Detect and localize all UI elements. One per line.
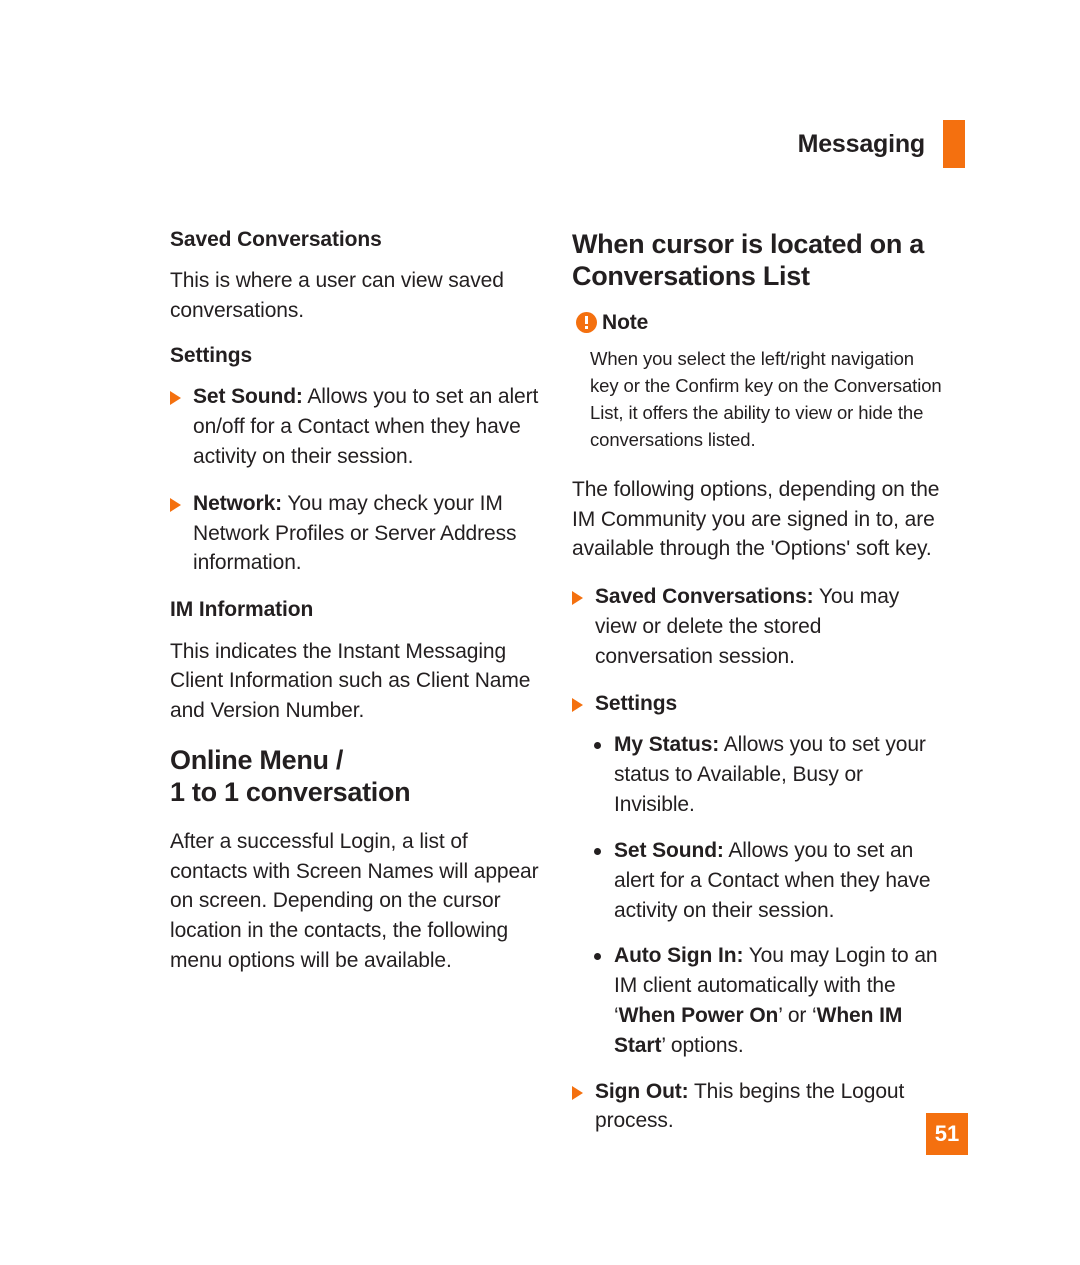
paragraph-options-intro: The following options, depending on the …	[572, 477, 940, 561]
section-tab-marker	[943, 120, 965, 168]
sub-bullet-term: Auto Sign In:	[614, 944, 744, 968]
page-number-badge: 51	[926, 1113, 968, 1155]
dot-bullet-icon	[594, 847, 601, 855]
triangle-bullet-icon	[170, 391, 181, 406]
paragraph-online-menu: After a successful Login, a list of cont…	[170, 829, 539, 973]
sub-bullet-my-status: My Status: Allows you to set your status…	[592, 730, 944, 819]
paragraph-im-information: This indicates the Instant Messaging Cli…	[170, 639, 531, 723]
bullet-term: Set Sound:	[193, 385, 303, 409]
bullet-settings: Settings	[572, 689, 944, 719]
sub-bullet-set-sound: Set Sound: Allows you to set an alert fo…	[592, 836, 944, 925]
running-header: Messaging	[798, 118, 965, 170]
note-header: Note	[576, 311, 944, 335]
triangle-bullet-icon	[572, 1085, 583, 1100]
heading-settings: Settings	[170, 343, 253, 367]
sub-bullet-term: My Status:	[614, 733, 720, 757]
left-column: Saved Conversations This is where a user…	[170, 228, 542, 1153]
heading-online-menu-line1: Online Menu /	[170, 745, 344, 776]
bullet-sign-out: Sign Out: This begins the Logout process…	[572, 1077, 944, 1137]
heading-saved-conversations: Saved Conversations	[170, 228, 382, 251]
note-block: Note When you select the left/right navi…	[572, 311, 944, 453]
sub-bullet-auto-sign-in: Auto Sign In: You may Login to an IM cli…	[592, 941, 944, 1060]
page-title: Messaging	[797, 129, 926, 158]
heading-when-cursor-located: When cursor is located on a Conversation…	[572, 228, 944, 293]
sub-bullet-term: Set Sound:	[614, 838, 724, 862]
triangle-bullet-icon	[170, 497, 181, 512]
bullet-term: Settings	[595, 691, 678, 715]
sub-bullet-text-3: ’ options.	[661, 1033, 744, 1057]
bullet-set-sound: Set Sound: Allows you to set an alert on…	[170, 382, 542, 471]
paragraph-saved-conversations: This is where a user can view saved conv…	[170, 269, 504, 323]
sub-bullet-text-2: ’ or ‘	[778, 1003, 817, 1027]
heading-im-information: IM Information	[170, 598, 314, 622]
bullet-network: Network: You may check your IM Network P…	[170, 489, 542, 578]
dot-bullet-icon	[594, 953, 601, 961]
bullet-term: Sign Out:	[595, 1079, 689, 1103]
sub-bullet-bold-1: When Power On	[618, 1003, 779, 1027]
heading-online-menu: Online Menu / 1 to 1 conversation	[170, 744, 542, 809]
triangle-bullet-icon	[572, 591, 583, 606]
triangle-bullet-icon	[572, 697, 583, 712]
bullet-saved-conversations: Saved Conversations: You may view or del…	[572, 582, 944, 671]
page-body: Saved Conversations This is where a user…	[170, 228, 970, 1153]
dot-bullet-icon	[594, 742, 601, 750]
bullet-term: Saved Conversations:	[595, 585, 814, 609]
heading-when-cursor-line2: Conversations List	[572, 261, 810, 292]
right-column: When cursor is located on a Conversation…	[572, 228, 944, 1153]
bullet-term: Network:	[193, 491, 283, 515]
heading-online-menu-line2: 1 to 1 conversation	[170, 777, 411, 808]
heading-when-cursor-line1: When cursor is located on a	[572, 229, 924, 259]
note-label: Note	[602, 310, 649, 334]
note-body: When you select the left/right navigatio…	[590, 347, 942, 450]
exclamation-icon	[576, 312, 597, 334]
